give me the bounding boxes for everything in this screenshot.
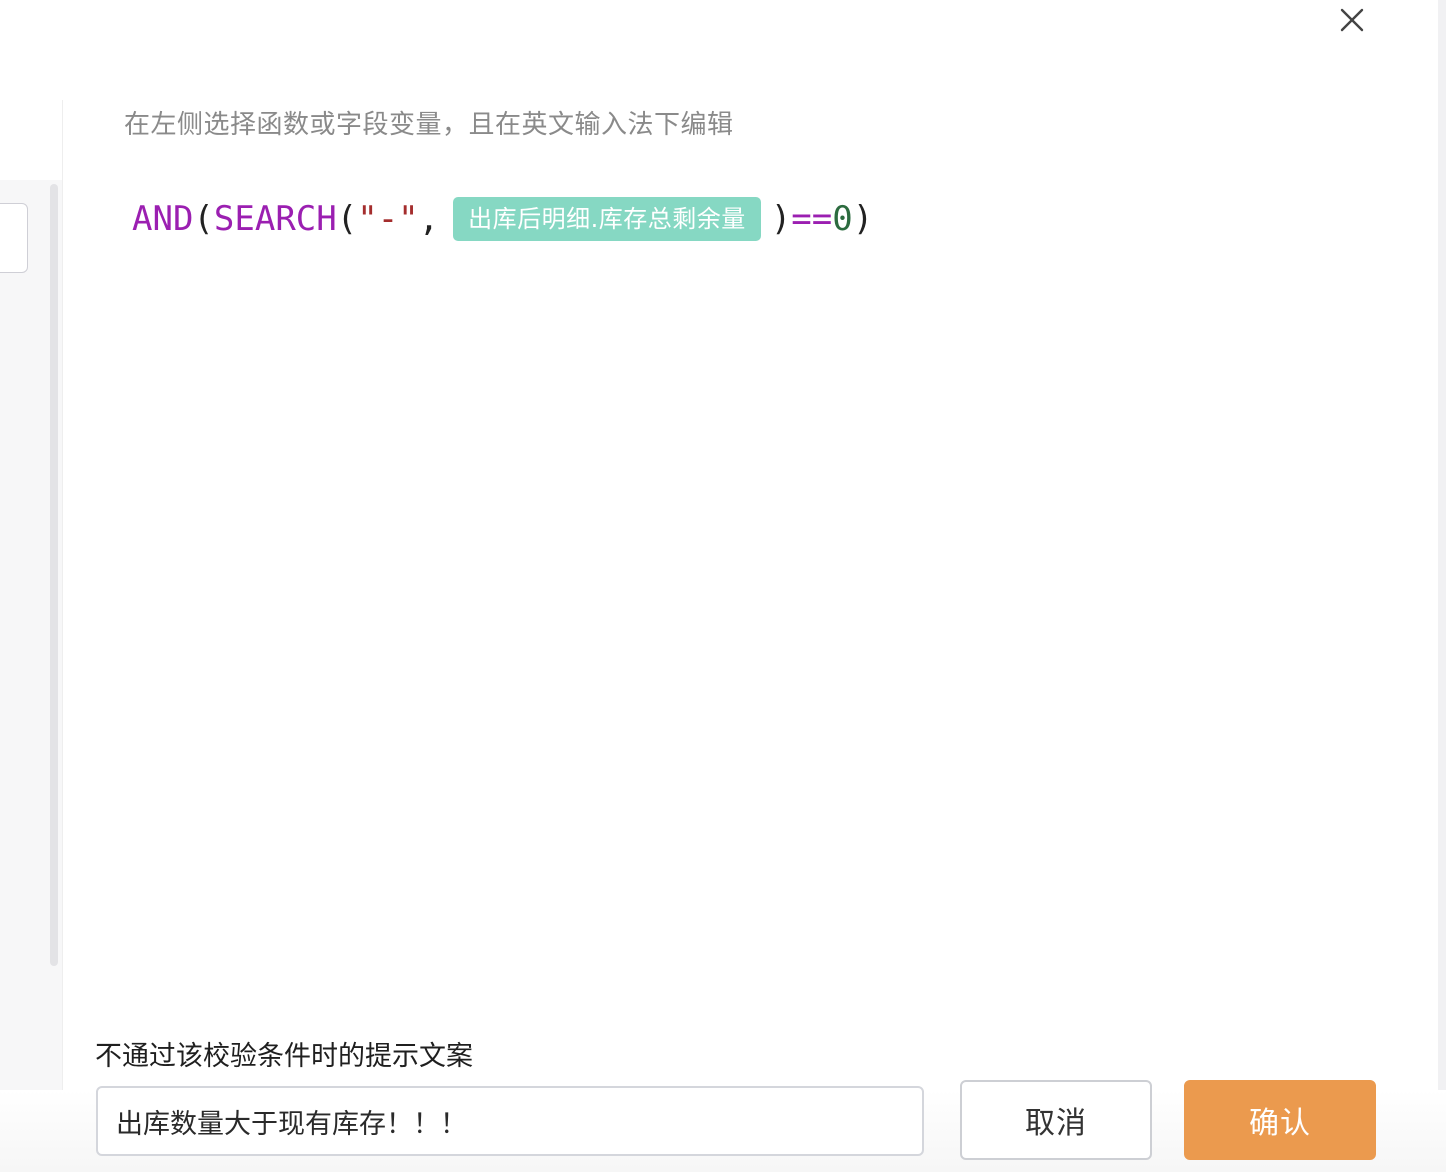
formula-operator: ==	[791, 199, 833, 239]
confirm-button[interactable]: 确认	[1184, 1080, 1376, 1160]
function-list-scrollbar[interactable]	[50, 184, 58, 966]
editor-hint: 在左侧选择函数或字段变量，且在英文输入法下编辑	[124, 110, 734, 140]
close-button[interactable]	[1336, 4, 1368, 36]
close-icon	[1340, 8, 1364, 32]
formula-editor[interactable]: AND ( SEARCH ( "-" , 出库后明细.库存总剩余量 ) == 0…	[132, 196, 873, 242]
formula-string-literal: "-"	[357, 199, 419, 239]
window-right-edge	[1438, 0, 1446, 1172]
panel-divider	[62, 100, 63, 1172]
formula-paren-close: )	[852, 199, 874, 239]
formula-number: 0	[832, 199, 853, 239]
error-message-label: 不通过该校验条件时的提示文案	[95, 1041, 473, 1072]
function-search-input[interactable]	[0, 203, 28, 273]
formula-function-and: AND	[132, 199, 194, 239]
formula-comma: ,	[418, 199, 440, 239]
formula-paren-open: (	[336, 199, 358, 239]
formula-paren-close: )	[770, 199, 792, 239]
formula-paren-open: (	[193, 199, 214, 239]
error-message-input[interactable]	[96, 1086, 924, 1156]
formula-field-tag[interactable]: 出库后明细.库存总剩余量	[453, 197, 761, 241]
formula-function-search: SEARCH	[213, 199, 337, 239]
cancel-button[interactable]: 取消	[960, 1080, 1152, 1160]
